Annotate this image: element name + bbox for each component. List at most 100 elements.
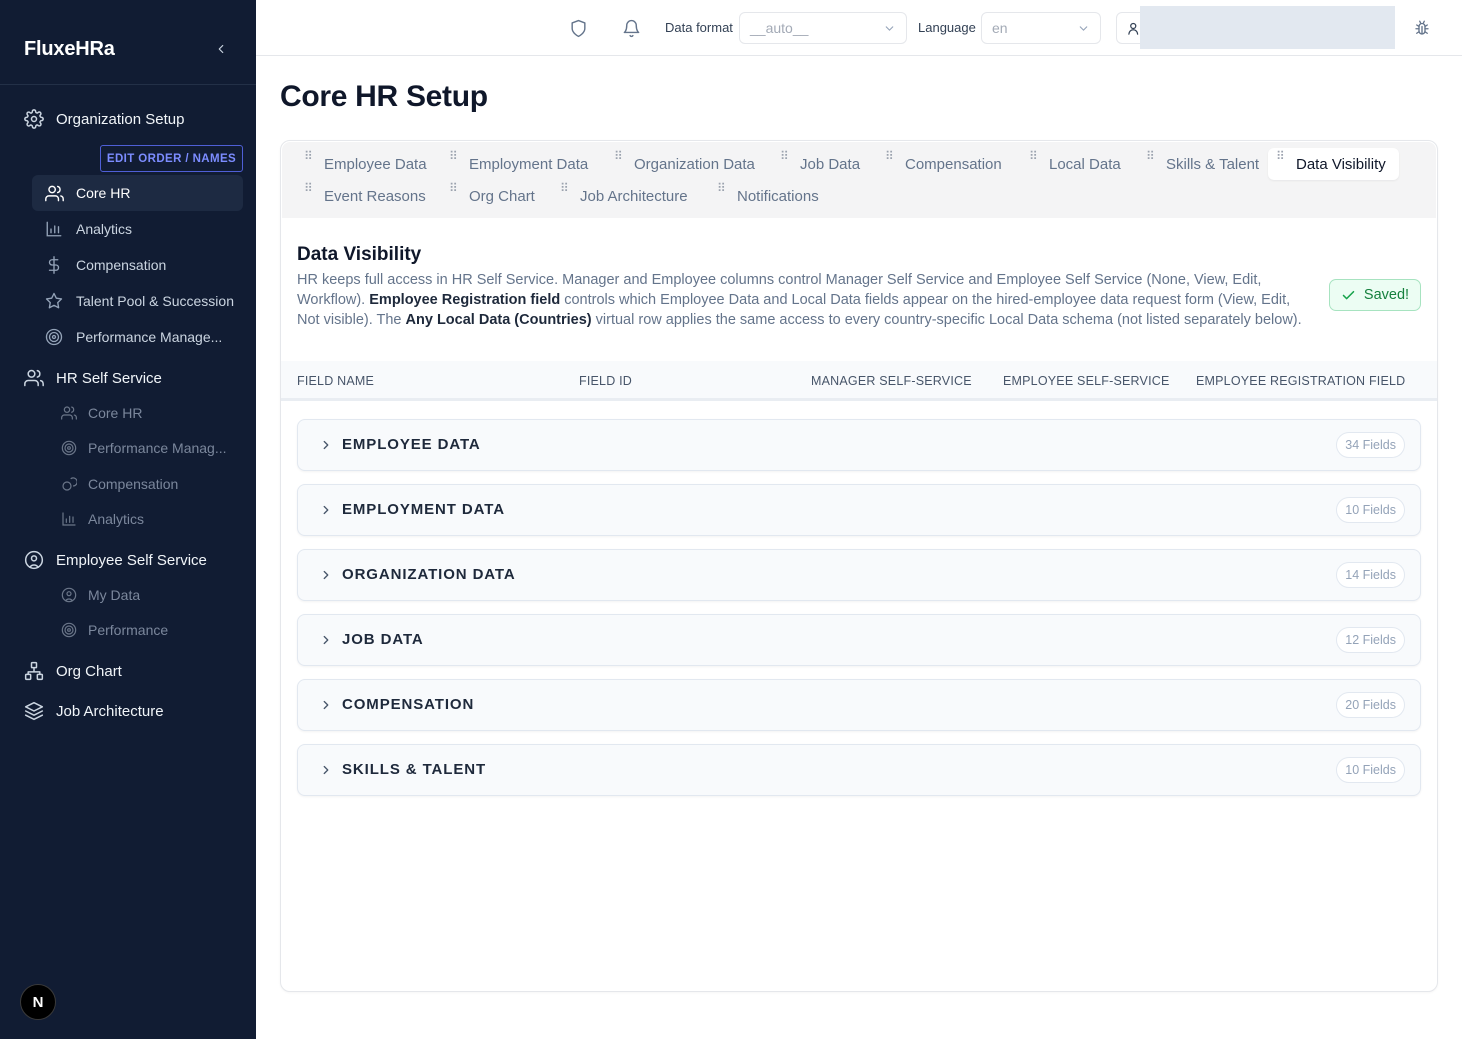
nav-org-chart[interactable]: Org Chart bbox=[0, 653, 256, 689]
sidebar-item-core-hr[interactable]: Core HR bbox=[32, 175, 243, 211]
sidebar-sub-ess-performance[interactable]: Performance bbox=[56, 614, 243, 646]
drag-handle-icon[interactable]: ⠿ bbox=[449, 180, 459, 194]
sidebar-sub-analytics[interactable]: Analytics bbox=[56, 503, 243, 535]
sidebar-sub-performance[interactable]: Performance Manag... bbox=[56, 432, 243, 464]
drag-handle-icon[interactable]: ⠿ bbox=[1029, 148, 1039, 162]
column-header[interactable]: MANAGER SELF-SERVICE bbox=[811, 374, 972, 388]
drag-handle-icon[interactable]: ⠿ bbox=[717, 180, 727, 194]
bar-chart-icon bbox=[44, 219, 64, 239]
sidebar-sub-compensation[interactable]: Compensation bbox=[56, 468, 243, 500]
tab-notifications[interactable]: ⠿ Notifications bbox=[709, 180, 832, 212]
layers-icon bbox=[24, 701, 44, 721]
chevron-right-icon bbox=[318, 632, 334, 648]
org-chart-icon bbox=[24, 661, 44, 681]
table-header: FIELD NAME FIELD ID MANAGER SELF-SERVICE… bbox=[281, 361, 1437, 401]
saved-label: Saved! bbox=[1363, 287, 1410, 303]
drag-handle-icon[interactable]: ⠿ bbox=[1146, 148, 1156, 162]
gear-icon bbox=[24, 109, 44, 129]
topbar: Data format __auto__ Language en bbox=[256, 0, 1462, 56]
group-row-employee-data[interactable]: EMPLOYEE DATA 34 Fields bbox=[297, 419, 1421, 471]
language-label: Language bbox=[918, 20, 976, 35]
users-icon bbox=[24, 368, 44, 388]
chevron-right-icon bbox=[318, 762, 334, 778]
chevron-right-icon bbox=[318, 437, 334, 453]
tab-org-chart[interactable]: ⠿ Org Chart bbox=[441, 180, 548, 212]
chevron-right-icon bbox=[318, 697, 334, 713]
nav-organization-setup[interactable]: Organization Setup bbox=[0, 101, 256, 137]
section-title: Data Visibility bbox=[297, 244, 422, 265]
n-badge[interactable]: N bbox=[20, 984, 56, 1020]
sidebar-sub-my-data[interactable]: My Data bbox=[56, 579, 243, 611]
tab-label: Data Visibility bbox=[1296, 155, 1386, 173]
star-icon bbox=[44, 291, 64, 311]
tab-local-data[interactable]: ⠿ Local Data bbox=[1021, 148, 1134, 180]
user-name-redacted bbox=[1140, 6, 1395, 49]
bell-icon[interactable] bbox=[620, 17, 642, 39]
sidebar-sub-core-hr[interactable]: Core HR bbox=[56, 397, 243, 429]
drag-handle-icon[interactable]: ⠿ bbox=[304, 148, 314, 162]
column-header[interactable]: FIELD ID bbox=[579, 374, 632, 388]
bar-chart-icon bbox=[60, 510, 78, 528]
tab-label: Job Architecture bbox=[580, 187, 688, 205]
collapse-sidebar-button[interactable] bbox=[210, 38, 232, 60]
shield-icon[interactable] bbox=[567, 17, 589, 39]
tab-compensation[interactable]: ⠿ Compensation bbox=[877, 148, 1015, 180]
tab-bar: ⠿ Employee Data ⠿ Employment Data ⠿ Organiz… bbox=[282, 142, 1436, 218]
drag-handle-icon[interactable]: ⠿ bbox=[614, 148, 624, 162]
group-name: ORGANIZATION DATA bbox=[342, 566, 516, 583]
tab-skills-talent[interactable]: ⠿ Skills & Talent bbox=[1138, 148, 1272, 180]
sidebar-item-label: Analytics bbox=[88, 511, 145, 527]
nav-hr-self-service[interactable]: HR Self Service bbox=[0, 360, 256, 396]
tab-label: Local Data bbox=[1049, 155, 1121, 173]
sidebar: FluxeHRa Organization Setup EDIT ORDER /… bbox=[0, 0, 256, 1039]
check-icon bbox=[1341, 288, 1356, 303]
sidebar-item-label: Compensation bbox=[88, 476, 179, 492]
drag-handle-icon[interactable]: ⠿ bbox=[1276, 148, 1286, 162]
language-select[interactable]: en bbox=[981, 12, 1101, 44]
tab-job-data[interactable]: ⠿ Job Data bbox=[772, 148, 873, 180]
nav-section-label: Employee Self Service bbox=[56, 551, 207, 569]
sidebar-item-label: Performance Manag... bbox=[88, 440, 227, 456]
bug-icon[interactable] bbox=[1411, 17, 1433, 39]
drag-handle-icon[interactable]: ⠿ bbox=[449, 148, 459, 162]
group-row-organization-data[interactable]: ORGANIZATION DATA 14 Fields bbox=[297, 549, 1421, 601]
tab-label: Org Chart bbox=[469, 187, 535, 205]
tab-employee-data[interactable]: ⠿ Employee Data bbox=[296, 148, 440, 180]
nav-job-architecture[interactable]: Job Architecture bbox=[0, 693, 256, 729]
drag-handle-icon[interactable]: ⠿ bbox=[560, 180, 570, 194]
column-header[interactable]: EMPLOYEE SELF-SERVICE bbox=[1003, 374, 1170, 388]
sidebar-item-analytics[interactable]: Analytics bbox=[32, 211, 243, 247]
users-icon bbox=[44, 183, 64, 203]
drag-handle-icon[interactable]: ⠿ bbox=[304, 180, 314, 194]
group-row-job-data[interactable]: JOB DATA 12 Fields bbox=[297, 614, 1421, 666]
sidebar-item-label: Talent Pool & Succession bbox=[76, 293, 234, 309]
drag-handle-icon[interactable]: ⠿ bbox=[885, 148, 895, 162]
tab-label: Notifications bbox=[737, 187, 819, 205]
language-value: en bbox=[992, 20, 1008, 36]
section-description: HR keeps full access in HR Self Service.… bbox=[297, 270, 1312, 330]
sidebar-item-performance[interactable]: Performance Manage... bbox=[32, 319, 243, 355]
edit-order-names-button[interactable]: EDIT ORDER / NAMES bbox=[100, 145, 243, 172]
tab-organization-data[interactable]: ⠿ Organization Data bbox=[606, 148, 768, 180]
column-header[interactable]: EMPLOYEE REGISTRATION FIELD bbox=[1196, 374, 1405, 388]
brand-logo: FluxeHRa bbox=[24, 38, 115, 60]
group-row-skills-talent[interactable]: SKILLS & TALENT 10 Fields bbox=[297, 744, 1421, 796]
nav-employee-self-service[interactable]: Employee Self Service bbox=[0, 542, 256, 578]
group-name: JOB DATA bbox=[342, 631, 424, 648]
tab-data-visibility[interactable]: ⠿ Data Visibility bbox=[1268, 148, 1399, 180]
data-format-select[interactable]: __auto__ bbox=[739, 12, 907, 44]
sidebar-item-label: Analytics bbox=[76, 221, 133, 237]
tab-employment-data[interactable]: ⠿ Employment Data bbox=[441, 148, 601, 180]
chevron-right-icon bbox=[318, 502, 334, 518]
sidebar-item-talent-pool[interactable]: Talent Pool & Succession bbox=[32, 283, 243, 319]
group-name: SKILLS & TALENT bbox=[342, 761, 487, 778]
drag-handle-icon[interactable]: ⠿ bbox=[780, 148, 790, 162]
sidebar-item-label: Core HR bbox=[88, 405, 143, 421]
group-row-compensation[interactable]: COMPENSATION 20 Fields bbox=[297, 679, 1421, 731]
column-header[interactable]: FIELD NAME bbox=[297, 374, 374, 388]
chevron-left-icon bbox=[218, 44, 224, 54]
tab-job-architecture[interactable]: ⠿ Job Architecture bbox=[552, 180, 701, 212]
group-row-employment-data[interactable]: EMPLOYMENT DATA 10 Fields bbox=[297, 484, 1421, 536]
sidebar-item-compensation[interactable]: Compensation bbox=[32, 247, 243, 283]
tab-event-reasons[interactable]: ⠿ Event Reasons bbox=[296, 180, 439, 212]
